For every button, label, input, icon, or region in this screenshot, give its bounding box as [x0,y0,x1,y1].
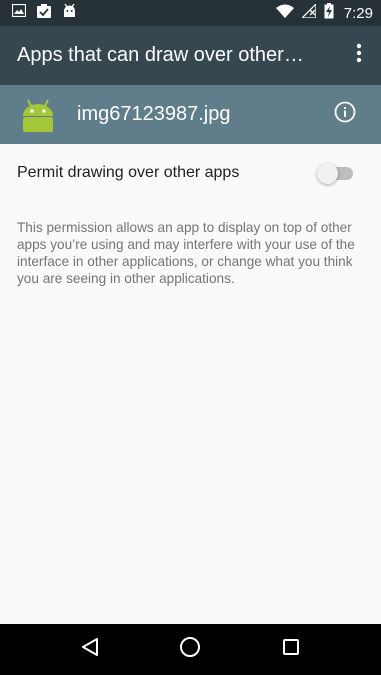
navigation-bar [0,624,381,675]
app-bar: Apps that can draw over other… [0,26,381,85]
wifi-icon [275,4,294,23]
app-info-button[interactable] [332,101,358,128]
status-left [11,3,77,24]
permit-drawing-row[interactable]: Permit drawing over other apps [0,144,381,202]
clipboard-check-icon [36,3,52,24]
permission-description: This permission allows an app to display… [17,220,355,286]
recents-icon [282,638,300,661]
recents-button[interactable] [271,630,311,670]
back-icon [81,637,99,662]
info-icon [334,101,356,128]
home-icon [179,636,201,663]
app-name: img67123987.jpg [77,103,231,125]
switch-thumb [317,163,338,184]
no-signal-icon [300,1,317,23]
status-time: 7:29 [343,4,373,22]
app-header: img67123987.jpg [0,85,381,144]
page-title: Apps that can draw over other… [17,44,304,66]
android-icon [62,3,77,23]
overflow-menu-button[interactable] [347,36,371,76]
more-vert-icon [356,43,362,68]
android-app-icon [19,96,57,134]
status-bar: 7:29 [0,0,381,26]
permit-drawing-switch[interactable] [317,161,355,185]
battery-charging-icon [324,2,334,24]
image-icon [11,3,27,22]
permit-drawing-label: Permit drawing over other apps [17,164,240,181]
status-right: 7:29 [275,1,373,24]
back-button[interactable] [70,630,110,670]
home-button[interactable] [170,630,210,670]
